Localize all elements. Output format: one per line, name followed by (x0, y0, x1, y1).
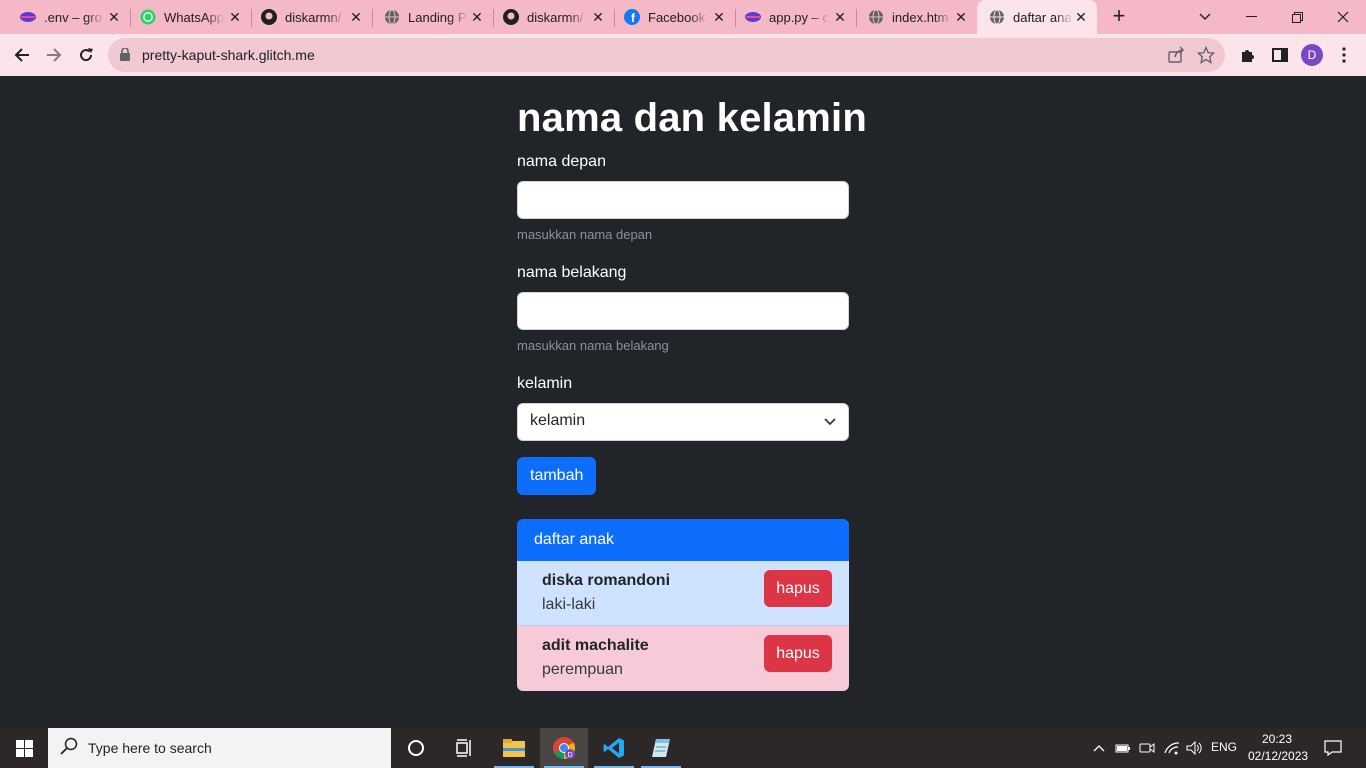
github-icon (503, 9, 519, 25)
tab-close-icon[interactable]: ✕ (348, 9, 364, 25)
tab-close-icon[interactable]: ✕ (711, 9, 727, 25)
browser-tab[interactable]: f Facebook ✕ (614, 0, 736, 34)
file-explorer-icon[interactable] (490, 728, 538, 768)
glitch-icon (745, 9, 761, 25)
new-tab-button[interactable]: + (1108, 5, 1130, 28)
clock-time: 20:23 (1261, 732, 1293, 746)
extensions-puzzle-icon[interactable] (1234, 41, 1262, 69)
browser-tab[interactable]: diskarmn/ ✕ (493, 0, 615, 34)
browser-tab-active[interactable]: daftar ana ✕ (977, 0, 1097, 34)
tab-title: WhatsApp (164, 9, 224, 25)
notification-icon[interactable] (1318, 728, 1348, 768)
browser-tab[interactable]: WhatsApp ✕ (130, 0, 252, 34)
profile-avatar[interactable]: D (1301, 44, 1323, 66)
glitch-icon (20, 9, 36, 25)
wifi-icon[interactable] (1161, 728, 1183, 768)
gender-select[interactable]: kelamin (517, 403, 849, 441)
close-window-button[interactable] (1320, 0, 1366, 34)
globe-icon (384, 9, 400, 25)
delete-button[interactable]: hapus (764, 570, 832, 607)
lock-icon[interactable] (120, 47, 130, 66)
url-text[interactable]: pretty-kaput-shark.glitch.me (142, 47, 315, 63)
tab-title: app.py – c (769, 9, 829, 25)
page-content: nama dan kelamin nama depan masukkan nam… (0, 76, 1366, 728)
page-title: nama dan kelamin (517, 96, 867, 140)
windows-taskbar: Type here to search D ENG 20:23 02/12/20… (0, 728, 1366, 768)
meet-now-icon[interactable] (1137, 728, 1157, 768)
share-icon[interactable] (1167, 46, 1185, 69)
task-view-icon[interactable] (440, 728, 488, 768)
tab-title: index.htm (892, 9, 949, 25)
add-button[interactable]: tambah (517, 457, 597, 495)
tray-chevron-up-icon[interactable] (1089, 728, 1109, 768)
menu-kebab-icon[interactable] (1330, 41, 1358, 69)
bookmark-star-icon[interactable] (1196, 45, 1216, 69)
first-name-input[interactable] (517, 181, 849, 219)
tab-close-icon[interactable]: ✕ (832, 9, 848, 25)
github-icon (261, 9, 277, 25)
restore-button[interactable] (1274, 0, 1320, 34)
browser-tab[interactable]: app.py – c ✕ (735, 0, 857, 34)
tab-title: daftar ana (1013, 9, 1072, 25)
tab-title: diskarmn/ (285, 9, 342, 25)
address-bar[interactable]: pretty-kaput-shark.glitch.me (108, 38, 1225, 72)
tab-close-icon[interactable]: ✕ (953, 9, 969, 25)
forward-arrow-icon[interactable] (40, 41, 68, 69)
globe-icon (868, 9, 884, 25)
chevron-down-icon (824, 414, 836, 432)
last-name-label: nama belakang (517, 264, 627, 281)
minimize-button[interactable] (1228, 0, 1274, 34)
windows-start-icon[interactable] (0, 728, 48, 768)
side-panel-icon[interactable] (1266, 41, 1294, 69)
reload-icon[interactable] (72, 41, 100, 69)
battery-icon[interactable] (1113, 728, 1133, 768)
taskbar-search-box[interactable]: Type here to search (48, 728, 391, 768)
tab-close-icon[interactable]: ✕ (590, 9, 606, 25)
gender-label: kelamin (517, 375, 573, 392)
tab-title: diskarmn/ (527, 9, 584, 25)
browser-tab[interactable]: Landing P ✕ (372, 0, 494, 34)
taskbar-search-placeholder: Type here to search (88, 740, 212, 756)
svg-text:D: D (567, 752, 572, 759)
notepad-icon[interactable] (637, 728, 685, 768)
gender-select-value: kelamin (530, 412, 586, 429)
child-list-card: daftar anak diska romandoni laki-laki ha… (517, 519, 849, 691)
browser-tab[interactable]: index.htm ✕ (856, 0, 978, 34)
child-list-header: daftar anak (517, 519, 849, 561)
back-arrow-icon[interactable] (8, 41, 36, 69)
tab-close-icon[interactable]: ✕ (469, 9, 485, 25)
search-icon (60, 737, 78, 760)
first-name-label: nama depan (517, 153, 606, 170)
list-item: diska romandoni laki-laki hapus (517, 561, 849, 626)
clock-date: 02/12/2023 (1248, 749, 1309, 763)
last-name-help: masukkan nama belakang (517, 338, 669, 353)
last-name-input[interactable] (517, 292, 849, 330)
delete-button[interactable]: hapus (764, 635, 832, 672)
cortana-icon[interactable] (392, 728, 440, 768)
tab-close-icon[interactable]: ✕ (227, 9, 243, 25)
browser-tab[interactable]: diskarmn/ ✕ (251, 0, 373, 34)
browser-tab[interactable]: .env – gro ✕ (0, 0, 131, 34)
tab-title: Facebook (648, 9, 706, 25)
list-item: adit machalite perempuan hapus (517, 626, 849, 691)
taskbar-clock[interactable]: 20:23 02/12/2023 (1248, 731, 1309, 765)
tab-close-icon[interactable]: ✕ (1073, 9, 1089, 25)
tab-title: .env – gro (44, 9, 102, 25)
first-name-help: masukkan nama depan (517, 227, 653, 242)
tab-title: Landing P (408, 9, 467, 25)
volume-icon[interactable] (1184, 728, 1206, 768)
tab-close-icon[interactable]: ✕ (106, 9, 122, 25)
vscode-icon[interactable] (590, 728, 638, 768)
browser-toolbar: pretty-kaput-shark.glitch.me D (0, 34, 1366, 76)
chrome-icon[interactable]: D (540, 728, 588, 768)
whatsapp-icon (140, 9, 156, 25)
input-language[interactable]: ENG (1211, 740, 1237, 754)
tab-search-chevron-icon[interactable] (1182, 0, 1228, 34)
facebook-icon: f (624, 9, 640, 25)
globe-icon (989, 9, 1005, 25)
browser-tabstrip: .env – gro ✕ WhatsApp ✕ diskarmn/ ✕ Land… (0, 0, 1366, 34)
